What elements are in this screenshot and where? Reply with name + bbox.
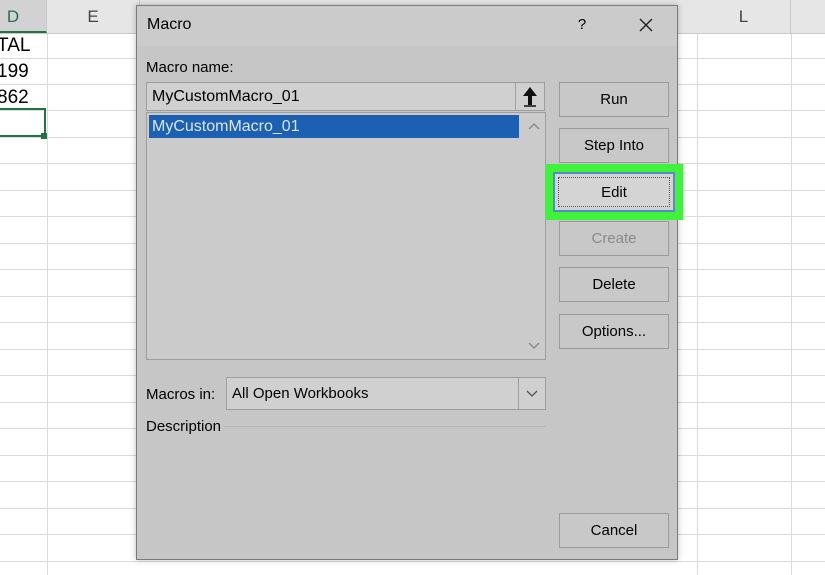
macros-in-value: All Open Workbooks: [232, 385, 369, 402]
step-into-button[interactable]: Step Into: [559, 128, 669, 163]
create-button[interactable]: Create: [559, 221, 669, 256]
list-scrollbar[interactable]: [523, 113, 545, 359]
macro-name-input[interactable]: MyCustomMacro_01: [146, 82, 516, 111]
gridline: [791, 34, 792, 575]
run-button[interactable]: Run: [559, 82, 669, 117]
close-icon: [639, 18, 653, 32]
macros-in-label: Macros in:: [146, 386, 216, 403]
macros-in-dropdown[interactable]: All Open Workbooks: [226, 377, 546, 410]
macro-list[interactable]: MyCustomMacro_01: [146, 112, 546, 360]
column-header-e[interactable]: E: [47, 0, 140, 33]
edit-button-highlight: Edit: [545, 164, 683, 220]
options-button[interactable]: Options...: [559, 314, 669, 349]
cell-value[interactable]: 199: [0, 58, 29, 86]
gridline: [47, 34, 48, 575]
dialog-title: Macro: [147, 16, 192, 33]
help-button[interactable]: ?: [573, 16, 591, 33]
scroll-up-icon[interactable]: [528, 121, 540, 133]
chevron-down-icon: [526, 390, 538, 397]
gridline: [0, 561, 825, 562]
dropdown-arrow[interactable]: [518, 378, 545, 409]
edit-button[interactable]: Edit: [553, 172, 675, 212]
dialog-titlebar[interactable]: Macro ?: [137, 6, 677, 46]
list-item[interactable]: MyCustomMacro_01: [149, 115, 519, 138]
description-label: Description: [146, 418, 222, 435]
cell-total-header[interactable]: TAL: [0, 32, 30, 60]
edit-button-label: Edit: [558, 177, 670, 207]
arrow-up-icon: [523, 87, 537, 107]
column-header-l[interactable]: L: [697, 0, 791, 33]
cancel-button[interactable]: Cancel: [559, 513, 669, 548]
up-arrow-button[interactable]: [515, 82, 545, 111]
macro-dialog: Macro ? Macro name: MyCustomMacro_01 MyC…: [136, 5, 683, 560]
selected-cell[interactable]: [0, 108, 46, 137]
delete-button[interactable]: Delete: [559, 267, 669, 302]
column-header-d[interactable]: D: [0, 0, 47, 33]
description-separator: [223, 426, 546, 427]
close-button[interactable]: [635, 12, 657, 38]
fill-handle[interactable]: [41, 133, 47, 139]
macro-name-label: Macro name:: [146, 59, 234, 76]
scroll-down-icon[interactable]: [528, 339, 540, 351]
gridline: [697, 34, 698, 575]
